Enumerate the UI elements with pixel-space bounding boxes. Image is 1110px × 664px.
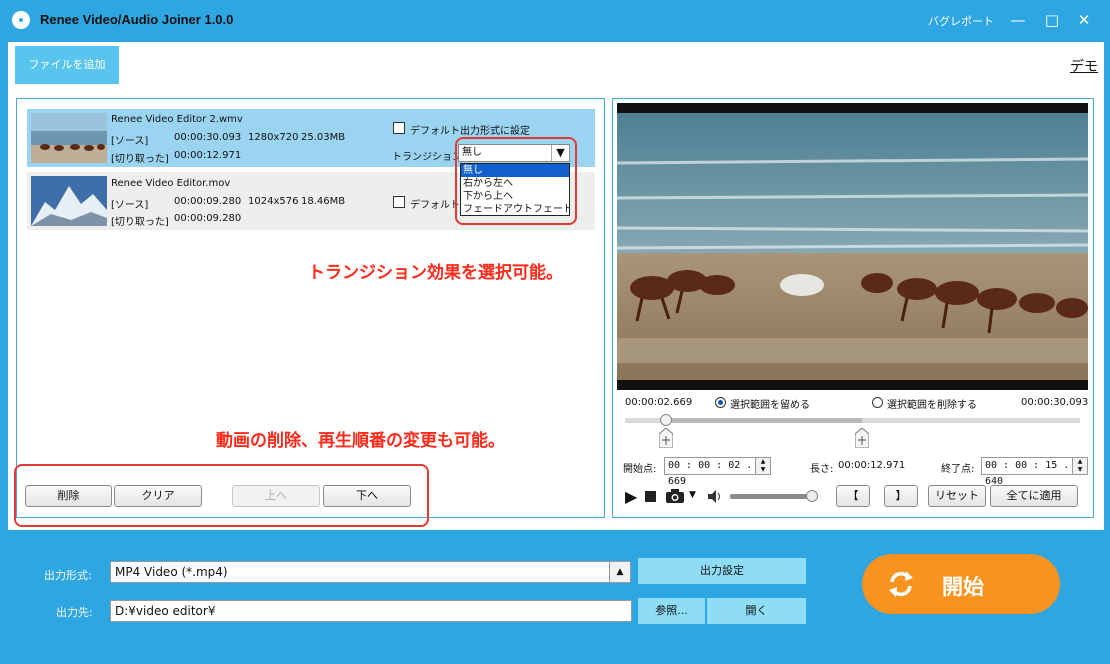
reset-button[interactable]: リセット [928,485,986,507]
volume-level [730,494,818,499]
default-format-label: デフォルト出力形式に設定 [410,126,530,137]
camera-icon[interactable] [665,489,685,504]
chevron-up-icon[interactable]: ▲ [609,561,631,583]
film-reel-icon [12,11,30,29]
open-folder-button[interactable]: 開く [707,598,806,624]
resolution: 1280x720 [248,132,299,143]
remove-selection-radio[interactable] [872,397,883,408]
stop-icon[interactable] [645,491,656,502]
delete-button[interactable]: 削除 [25,485,112,507]
current-time: 00:00:02.669 [625,397,693,408]
trim-end-handle[interactable] [854,427,870,449]
minimize-icon[interactable]: — [1007,9,1029,31]
end-point-label: 終了点: [941,464,975,475]
length-label: 長さ: [810,464,834,475]
volume-handle[interactable] [806,490,818,502]
trim-start-handle[interactable] [658,427,674,449]
maximize-icon[interactable]: □ [1041,9,1063,31]
length-value: 00:00:12.971 [838,460,906,471]
timeline-slider[interactable] [625,414,1080,450]
annotation-order: 動画の削除、再生順番の変更も可能。 [216,431,505,451]
clear-button[interactable]: クリア [114,485,202,507]
start-button-label: 開始 [942,575,984,599]
playhead-handle[interactable] [660,414,672,426]
demo-link[interactable]: デモ [1070,56,1098,76]
start-point-input[interactable]: 00 : 00 : 02 . 669 [664,457,756,487]
file-name: Renee Video Editor 2.wmv [111,114,243,125]
file-size: 18.46MB [301,196,346,207]
move-down-button[interactable]: 下へ [323,485,411,507]
volume-icon[interactable] [708,490,722,503]
output-settings-button[interactable]: 出力設定 [638,558,806,584]
output-dest-label: 出力先: [56,606,93,619]
video-thumbnail [31,113,107,163]
source-label: [ソース] [111,136,149,147]
output-dest-input[interactable]: D:¥video editor¥ [110,600,632,622]
resolution: 1024x576 [248,196,299,207]
file-name: Renee Video Editor.mov [111,178,231,189]
file-size: 25.03MB [301,132,346,143]
cut-label: [切り取った] [111,154,169,165]
volume-slider[interactable] [730,490,818,502]
window-title: Renee Video/Audio Joiner 1.0.0 [40,12,234,27]
bug-report-link[interactable]: バグレポート [928,13,994,29]
source-label: [ソース] [111,200,149,211]
close-icon[interactable]: ✕ [1073,9,1095,31]
default-format-checkbox[interactable] [393,196,405,208]
source-duration: 00:00:09.280 [174,196,242,207]
start-button[interactable]: 開始 [862,554,1060,614]
timeline-selected-range [666,418,862,423]
output-format-label: 出力形式: [44,569,92,582]
output-format-select[interactable]: MP4 Video (*.mp4) [110,561,610,583]
cut-duration: 00:00:12.971 [174,150,242,161]
remove-selection-label: 選択範囲を削除する [887,400,977,411]
start-point-spinner[interactable]: ▲ ▼ [755,457,771,475]
mark-in-button[interactable]: 【 [836,485,870,507]
cut-label: [切り取った] [111,217,169,228]
video-preview[interactable] [617,103,1088,390]
apply-all-button[interactable]: 全てに適用 [990,485,1078,507]
keep-selection-radio[interactable] [715,397,726,408]
play-icon[interactable]: ▶ [625,488,637,506]
annotation-transition: トランジション効果を選択可能。 [308,263,563,283]
keep-selection-label: 選択範囲を留める [730,400,810,411]
default-format-checkbox[interactable] [393,122,405,134]
video-thumbnail [31,176,107,226]
cut-duration: 00:00:09.280 [174,213,242,224]
add-files-button[interactable]: ファイルを追加 [15,46,119,84]
total-time: 00:00:30.093 [1021,397,1089,408]
end-point-input[interactable]: 00 : 00 : 15 . 640 [981,457,1073,487]
annotation-highlight-box [455,137,577,225]
browse-button[interactable]: 参照... [638,598,705,624]
move-up-button[interactable]: 上へ [232,485,320,507]
start-point-label: 開始点: [623,464,657,475]
camera-dropdown-icon[interactable]: ▼ [689,490,696,500]
refresh-icon [889,571,913,597]
video-frame-image [617,103,1088,390]
mark-out-button[interactable]: 】 [884,485,918,507]
source-duration: 00:00:30.093 [174,132,242,143]
end-point-spinner[interactable]: ▲ ▼ [1072,457,1088,475]
